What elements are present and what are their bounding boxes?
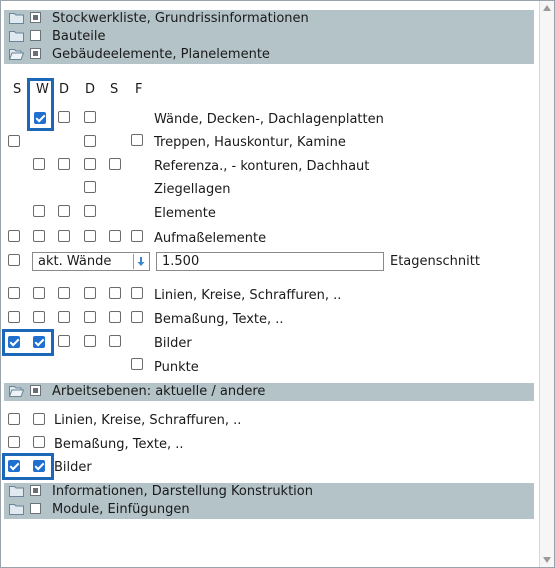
checkbox-aufmass-d[interactable] — [58, 230, 70, 242]
checkbox-bemassung-s[interactable] — [8, 311, 20, 323]
row-label: Aufmaßelemente — [154, 231, 267, 246]
row-label: Elemente — [154, 206, 216, 221]
input-value: 1.500 — [162, 254, 200, 269]
row-label: Wände, Decken-, Dachlagenplatten — [154, 112, 384, 127]
scroll-down-icon[interactable] — [543, 557, 551, 563]
checkbox-waende-w[interactable] — [34, 112, 46, 124]
checkbox-bilder-d2[interactable] — [84, 335, 96, 347]
checkbox-referenz-s2[interactable] — [109, 158, 121, 170]
checkbox-waende-d[interactable] — [58, 111, 70, 123]
row-label: Bemaßung, Texte, .. — [154, 312, 284, 327]
checkbox-waende-d2[interactable] — [84, 111, 96, 123]
checkbox-aufmass-s[interactable] — [8, 230, 20, 242]
folder-icon — [9, 31, 24, 42]
checkbox-linien-w[interactable] — [33, 287, 45, 299]
row-label: Linien, Kreise, Schraffuren, .. — [54, 413, 242, 428]
row-label: Bilder — [154, 336, 192, 351]
section-informationen[interactable]: Informationen, Darstellung Konstruktion — [4, 483, 534, 501]
col-header-d: D — [59, 82, 70, 97]
row-label: Bilder — [54, 460, 92, 475]
section-module[interactable]: Module, Einfügungen — [4, 501, 534, 519]
checkbox-elemente-d[interactable] — [58, 205, 70, 217]
section-bauteile[interactable]: Bauteile — [4, 28, 534, 46]
vertical-scrollbar[interactable] — [539, 1, 554, 567]
partial-check-icon[interactable] — [30, 485, 41, 496]
row-label: Ziegellagen — [154, 182, 231, 197]
checkbox-bemassung-d2[interactable] — [84, 311, 96, 323]
checkbox-linien-s2[interactable] — [109, 287, 121, 299]
checkbox-linien-s[interactable] — [8, 287, 20, 299]
checkbox-aufmass-w[interactable] — [33, 230, 45, 242]
section-label: Bauteile — [52, 29, 106, 44]
partial-check-icon[interactable] — [30, 48, 41, 59]
checkbox-treppen-f[interactable] — [131, 134, 143, 146]
section-label: Stockwerkliste, Grundrissinformationen — [52, 11, 309, 26]
partial-check-icon[interactable] — [30, 385, 41, 396]
row-label: Treppen, Hauskontur, Kamine — [154, 135, 346, 150]
checkbox-bilder-s2[interactable] — [109, 335, 121, 347]
checkbox-arbeits-bilder-1[interactable] — [8, 460, 20, 472]
section-gebaeude[interactable]: Gebäudeelemente, Planelemente — [4, 46, 534, 64]
etagen-select[interactable]: akt. Wände — [32, 252, 150, 271]
checkbox-etagen-s[interactable] — [8, 254, 20, 266]
section-stockwerk[interactable]: Stockwerkliste, Grundrissinformationen — [4, 10, 534, 28]
checkbox-bemassung-w[interactable] — [33, 311, 45, 323]
select-value: akt. Wände — [38, 254, 112, 269]
etagen-label: Etagenschnitt — [390, 254, 480, 269]
checkbox-referenz-w[interactable] — [33, 158, 45, 170]
checkbox-arbeits-linien-2[interactable] — [33, 413, 45, 425]
scroll-up-icon[interactable] — [543, 5, 551, 11]
folder-icon — [9, 13, 24, 24]
partial-check-icon[interactable] — [30, 12, 41, 23]
checkbox-treppen-d2[interactable] — [84, 135, 96, 147]
checkbox-linien-d[interactable] — [58, 287, 70, 299]
empty-check-icon[interactable] — [30, 30, 41, 41]
checkbox-bemassung-f[interactable] — [131, 311, 143, 323]
row-label: Referenza., - konturen, Dachhaut — [154, 159, 370, 174]
checkbox-elemente-d2[interactable] — [84, 205, 96, 217]
section-label: Module, Einfügungen — [52, 502, 190, 517]
checkbox-treppen-s[interactable] — [8, 135, 20, 147]
checkbox-bilder-d[interactable] — [58, 335, 70, 347]
checkbox-linien-f[interactable] — [131, 287, 143, 299]
folder-open-icon — [9, 49, 24, 60]
checkbox-aufmass-s2[interactable] — [109, 230, 121, 242]
etagen-input[interactable]: 1.500 — [156, 252, 384, 271]
col-header-d2: D — [85, 82, 96, 97]
checkbox-aufmass-f[interactable] — [131, 230, 143, 242]
checkbox-arbeits-bemassung-1[interactable] — [8, 436, 20, 448]
checkbox-bemassung-d[interactable] — [58, 311, 70, 323]
checkbox-punkte-f[interactable] — [131, 358, 143, 370]
checkbox-arbeits-bemassung-2[interactable] — [33, 436, 45, 448]
checkbox-referenz-d[interactable] — [58, 158, 70, 170]
checkbox-bemassung-s2[interactable] — [109, 311, 121, 323]
folder-open-icon — [9, 386, 24, 397]
checkbox-linien-d2[interactable] — [84, 287, 96, 299]
section-label: Informationen, Darstellung Konstruktion — [52, 484, 313, 499]
checkbox-bilder-w[interactable] — [33, 336, 45, 348]
col-header-s: S — [13, 82, 22, 97]
row-label: Punkte — [154, 360, 199, 375]
checkbox-bilder-s[interactable] — [8, 336, 20, 348]
folder-icon — [9, 486, 24, 497]
checkbox-arbeits-linien-1[interactable] — [8, 413, 20, 425]
row-label: Linien, Kreise, Schraffuren, .. — [154, 288, 342, 303]
section-label: Gebäudeelemente, Planelemente — [52, 47, 270, 62]
layer-panel: Stockwerkliste, Grundrissinformationen B… — [0, 0, 555, 568]
row-label: Bemaßung, Texte, .. — [54, 437, 184, 452]
checkbox-ziegel-d2[interactable] — [84, 181, 96, 193]
section-arbeitsebenen[interactable]: Arbeitsebenen: aktuelle / andere — [4, 383, 534, 401]
col-header-f: F — [135, 82, 143, 97]
checkbox-aufmass-d2[interactable] — [84, 230, 96, 242]
checkbox-referenz-d2[interactable] — [84, 158, 96, 170]
empty-check-icon[interactable] — [30, 503, 41, 514]
col-header-s2: S — [110, 82, 119, 97]
section-label: Arbeitsebenen: aktuelle / andere — [52, 384, 266, 399]
dropdown-arrow-icon[interactable] — [133, 254, 148, 269]
checkbox-elemente-w[interactable] — [33, 205, 45, 217]
checkbox-arbeits-bilder-2[interactable] — [33, 460, 45, 472]
folder-icon — [9, 504, 24, 515]
